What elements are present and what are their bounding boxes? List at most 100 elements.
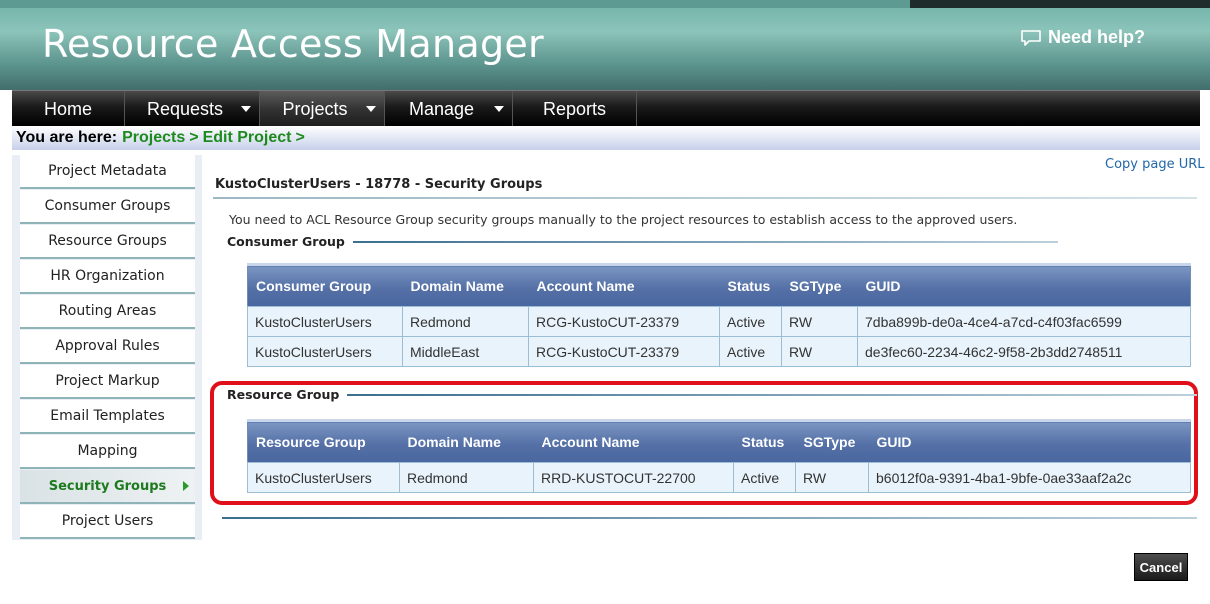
table-row: KustoClusterUsers Redmond RRD-KUSTOCUT-2… [247,462,1191,493]
header-dark-strip [910,0,1210,8]
column-header[interactable]: SGType [781,263,858,307]
table-cell: RW [781,336,858,367]
sidebar-item-label: Resource Groups [48,233,167,249]
sidebar-item-label: Routing Areas [58,303,157,319]
sidebar-item-hr-organization[interactable]: HR Organization [20,260,195,294]
sidebar-item-approval-rules[interactable]: Approval Rules [20,330,195,364]
sidebar-item-label: Project Markup [55,373,160,389]
table-cell: RRD-KUSTOCUT-22700 [533,462,734,493]
column-header[interactable]: Domain Name [399,419,534,463]
resource-group-section-label: Resource Group [227,387,1198,402]
nav-requests-label: Requests [146,98,224,119]
table-cell: 7dba899b-de0a-4ce4-a7cd-c4f03fac6599 [857,306,1191,337]
column-header[interactable]: Domain Name [402,263,529,307]
sidebar-item-security-groups[interactable]: Security Groups [20,470,195,504]
sidebar-item-email-templates[interactable]: Email Templates [20,400,195,434]
column-header[interactable]: GUID [868,419,1191,463]
section-divider [352,240,1058,243]
need-help-label: Need help? [1048,27,1146,47]
resource-group-label: Resource Group [227,387,340,402]
consumer-group-section-label: Consumer Group [227,234,1058,249]
table-cell: RCG-KustoCUT-23379 [528,306,720,337]
breadcrumb-edit-project[interactable]: Edit Project [203,129,292,147]
sidebar-item-label: Mapping [77,443,138,459]
sidebar-item-label: Email Templates [50,408,165,424]
sidebar-item-label: Project Metadata [48,163,167,179]
nav-reports[interactable]: Reports [513,91,637,127]
sidebar-item-label: Consumer Groups [44,198,171,214]
nav-manage[interactable]: Manage [385,91,513,127]
app-header: Resource Access Manager Need help? [0,0,1210,90]
nav-reports-label: Reports [542,98,607,119]
column-header[interactable]: GUID [857,263,1191,307]
nav-home[interactable]: Home [12,91,125,127]
column-header[interactable]: Account Name [533,419,734,463]
resource-group-table: Resource Group Domain Name Account Name … [247,419,1191,493]
table-cell: KustoClusterUsers [247,462,400,493]
sidebar-item-routing-areas[interactable]: Routing Areas [20,295,195,329]
sidebar-item-label: Project Users [61,513,154,529]
table-header-row: Resource Group Domain Name Account Name … [247,419,1191,463]
sidebar-item-label: Security Groups [48,478,167,494]
nav-requests[interactable]: Requests [125,91,260,127]
need-help-link[interactable]: Need help? [1020,27,1145,48]
chevron-right-icon [183,481,189,491]
instruction-text: You need to ACL Resource Group security … [229,212,1018,227]
column-header[interactable]: Status [719,263,782,307]
table-cell: Active [733,462,796,493]
column-header[interactable]: Status [733,419,796,463]
consumer-group-label: Consumer Group [227,234,345,249]
sidebar-item-label: Approval Rules [55,338,160,354]
table-cell: RCG-KustoCUT-23379 [528,336,720,367]
column-header[interactable]: Consumer Group [247,263,403,307]
chevron-down-icon[interactable] [366,106,376,112]
sidebar-item-project-metadata[interactable]: Project Metadata [20,155,195,189]
table-cell: KustoClusterUsers [247,306,403,337]
cancel-button[interactable]: Cancel [1134,553,1188,581]
chevron-down-icon[interactable] [494,106,504,112]
table-cell: KustoClusterUsers [247,336,403,367]
nav-manage-label: Manage [408,98,475,119]
table-cell: Active [719,306,782,337]
table-cell: Redmond [402,306,529,337]
nav-projects[interactable]: Projects [260,91,385,127]
column-header[interactable]: Resource Group [247,419,400,463]
sidebar-item-mapping[interactable]: Mapping [20,435,195,469]
column-header[interactable]: Account Name [528,263,720,307]
table-row: KustoClusterUsers Redmond RCG-KustoCUT-2… [247,306,1191,337]
table-cell: Active [719,336,782,367]
heading-divider [213,197,1197,199]
copy-page-url-link[interactable]: Copy page URL [1105,157,1205,172]
breadcrumb-prefix: You are here: [16,129,118,146]
chevron-down-icon[interactable] [241,106,251,112]
table-cell: RW [795,462,869,493]
sidebar: Project Metadata Consumer Groups Resourc… [12,155,202,540]
sidebar-item-resource-groups[interactable]: Resource Groups [20,225,195,259]
table-cell: RW [781,306,858,337]
sidebar-item-project-users[interactable]: Project Users [20,505,195,539]
consumer-group-table: Consumer Group Domain Name Account Name … [247,263,1191,367]
sidebar-item-label: HR Organization [50,268,165,284]
section-divider [222,517,1197,519]
breadcrumb: You are here: Projects > Edit Project > [12,126,1200,150]
chat-bubble-icon [1020,29,1042,47]
breadcrumb-separator: > [295,129,305,146]
table-row: KustoClusterUsers MiddleEast RCG-KustoCU… [247,336,1191,367]
table-cell: Redmond [399,462,534,493]
section-divider [347,393,1198,396]
table-cell: b6012f0a-9391-4ba1-9bfe-0ae33aaf2a2c [868,462,1191,493]
nav-projects-label: Projects [282,98,348,119]
sidebar-item-project-markup[interactable]: Project Markup [20,365,195,399]
table-cell: de3fec60-2234-46c2-9f58-2b3dd2748511 [857,336,1191,367]
header-top-strip [0,0,1210,8]
table-cell: MiddleEast [402,336,529,367]
column-header[interactable]: SGType [795,419,869,463]
app-title: Resource Access Manager [42,22,544,66]
sidebar-item-consumer-groups[interactable]: Consumer Groups [20,190,195,224]
main-nav: Home Requests Projects Manage Reports [12,90,1200,127]
table-header-row: Consumer Group Domain Name Account Name … [247,263,1191,307]
page-title: KustoClusterUsers - 18778 - Security Gro… [215,177,543,192]
nav-home-label: Home [43,98,92,119]
breadcrumb-projects[interactable]: Projects [122,129,185,147]
breadcrumb-separator: > [189,129,199,146]
